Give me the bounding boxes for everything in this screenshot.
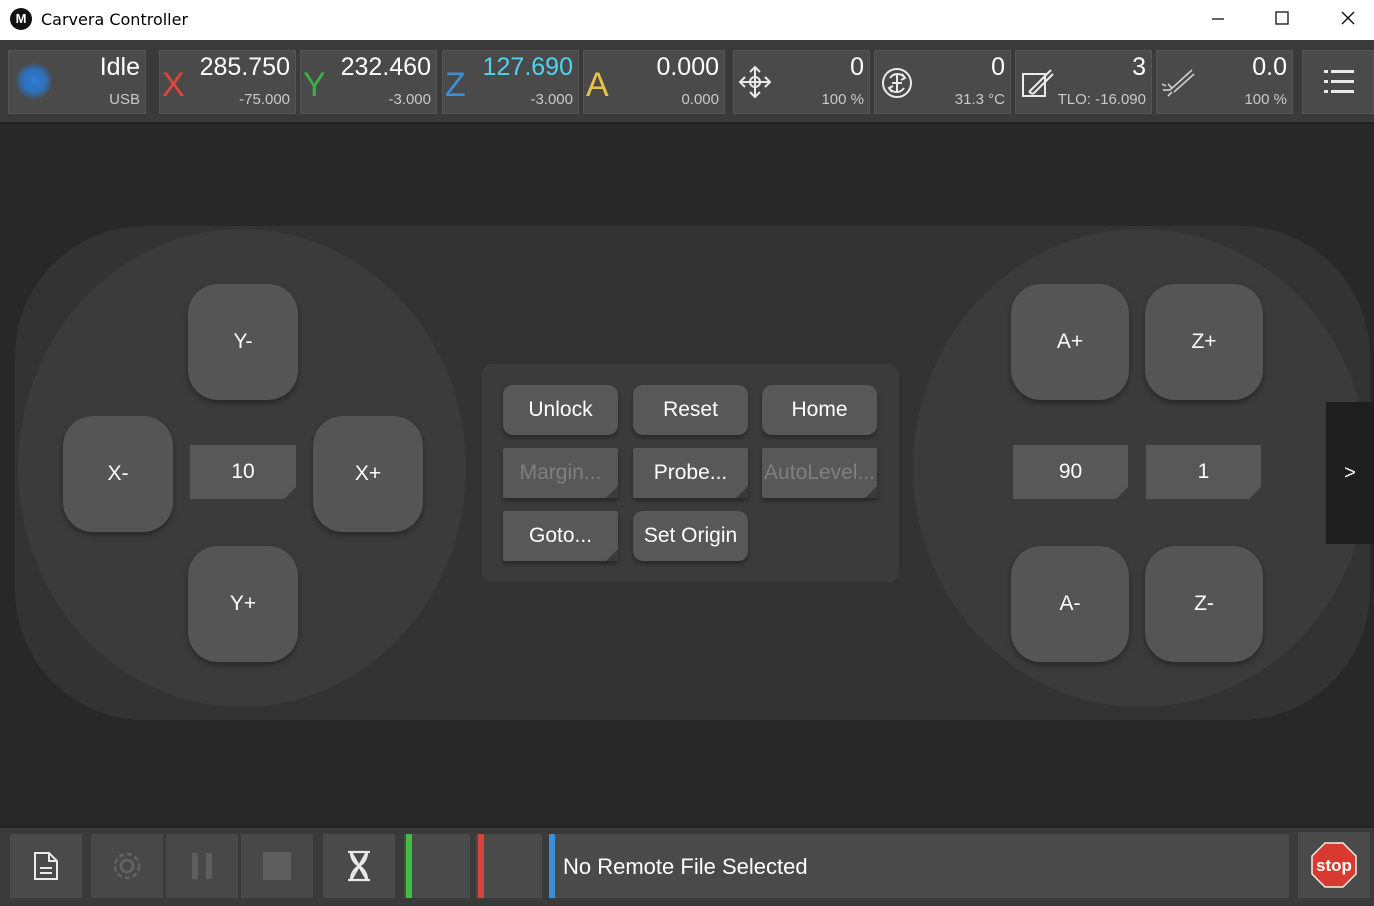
- y-position[interactable]: Y 232.460 -3.000: [300, 50, 437, 114]
- z-position[interactable]: Z 127.690 -3.000: [442, 50, 579, 114]
- z-axis-label: Z: [445, 66, 466, 104]
- feed-override: 100 %: [821, 91, 864, 108]
- app-logo: M: [10, 8, 32, 30]
- a-axis-label: A: [586, 66, 609, 104]
- tool-length-offset: TLO: -16.090: [1057, 91, 1146, 108]
- a-position[interactable]: A 0.000 0.000: [583, 50, 725, 114]
- stop-label: stop: [1316, 856, 1352, 875]
- y-work-value: -3.000: [388, 91, 431, 108]
- blue-bar: [549, 834, 555, 898]
- x-machine-value: 285.750: [199, 53, 290, 81]
- status-bar: Idle USB X 285.750 -75.000 Y 232.460 -3.…: [0, 40, 1374, 124]
- bottom-toolbar: No Remote File Selected stop: [0, 826, 1374, 906]
- az-jog-pad: [913, 229, 1368, 707]
- home-button[interactable]: Home: [762, 385, 877, 435]
- feed-status[interactable]: 0 100 %: [733, 50, 870, 114]
- timer-button[interactable]: [323, 834, 395, 898]
- jog-x-plus-button[interactable]: X+: [313, 416, 423, 532]
- z-machine-value: 127.690: [482, 53, 573, 81]
- file-status-text: No Remote File Selected: [563, 854, 808, 879]
- tool-status[interactable]: 3 TLO: -16.090: [1015, 50, 1152, 114]
- file-icon: [34, 852, 58, 880]
- red-bar: [478, 834, 484, 898]
- jog-x-minus-button[interactable]: X-: [63, 416, 173, 532]
- spindle-value: 0: [991, 53, 1005, 81]
- x-position[interactable]: X 285.750 -75.000: [159, 50, 296, 114]
- status-indicator-icon: [16, 63, 52, 99]
- move-icon: [738, 65, 772, 99]
- stop-icon: stop: [1311, 842, 1357, 888]
- autolevel-button[interactable]: AutoLevel...: [762, 448, 877, 498]
- jog-a-plus-button[interactable]: A+: [1011, 284, 1129, 400]
- settings-button[interactable]: [91, 834, 163, 898]
- laser-override: 100 %: [1244, 91, 1287, 108]
- maximize-button[interactable]: [1252, 0, 1312, 36]
- laser-icon: [1161, 69, 1195, 97]
- x-work-value: -75.000: [239, 91, 290, 108]
- square-stop-icon: [263, 852, 291, 880]
- a-step-input[interactable]: 90: [1013, 445, 1128, 499]
- maximize-icon: [1275, 11, 1289, 25]
- progress-indicator-red: [476, 834, 542, 898]
- z-step-input[interactable]: 1: [1146, 445, 1261, 499]
- machine-state: Idle: [99, 53, 140, 81]
- xy-step-input[interactable]: 10: [190, 445, 296, 499]
- x-axis-label: X: [162, 66, 185, 104]
- a-work-value: 0.000: [681, 91, 719, 108]
- green-bar: [406, 834, 412, 898]
- window-titlebar: M Carvera Controller: [0, 0, 1374, 40]
- laser-status[interactable]: 0.0 100 %: [1156, 50, 1293, 114]
- jog-z-minus-button[interactable]: Z-: [1145, 546, 1263, 662]
- spindle-status[interactable]: 0 31.3 °C: [874, 50, 1011, 114]
- minimize-button[interactable]: [1188, 0, 1248, 36]
- y-machine-value: 232.460: [340, 53, 431, 81]
- progress-indicator-green: [404, 834, 470, 898]
- expand-panel-tab[interactable]: >: [1326, 402, 1374, 544]
- action-panel: Unlock Reset Home Margin... Probe... Aut…: [482, 364, 899, 582]
- unlock-button[interactable]: Unlock: [503, 385, 618, 435]
- set-origin-button[interactable]: Set Origin: [633, 511, 748, 561]
- close-button[interactable]: [1318, 0, 1374, 36]
- connection-type: USB: [109, 91, 140, 108]
- stop-job-button[interactable]: [241, 834, 313, 898]
- menu-icon: [1324, 70, 1354, 93]
- tool-number: 3: [1132, 53, 1146, 81]
- connection-status[interactable]: Idle USB: [8, 50, 146, 114]
- y-axis-label: Y: [303, 66, 326, 104]
- reset-button[interactable]: Reset: [633, 385, 748, 435]
- jog-y-minus-button[interactable]: Y-: [188, 284, 298, 400]
- laser-value: 0.0: [1252, 53, 1287, 81]
- spindle-temperature: 31.3 °C: [954, 91, 1005, 108]
- menu-button[interactable]: [1302, 50, 1374, 114]
- probe-button[interactable]: Probe...: [633, 448, 748, 498]
- gear-icon: [113, 852, 141, 880]
- file-browser-button[interactable]: [10, 834, 82, 898]
- a-machine-value: 0.000: [656, 53, 719, 81]
- jog-a-minus-button[interactable]: A-: [1011, 546, 1129, 662]
- spindle-icon: [882, 68, 912, 98]
- jog-y-plus-button[interactable]: Y+: [188, 546, 298, 662]
- goto-button[interactable]: Goto...: [503, 511, 618, 561]
- close-icon: [1341, 11, 1355, 25]
- feed-value: 0: [850, 53, 864, 81]
- margin-button[interactable]: Margin...: [503, 448, 618, 498]
- window-title: Carvera Controller: [41, 10, 189, 29]
- emergency-stop-button[interactable]: stop: [1298, 832, 1370, 898]
- minimize-icon: [1212, 18, 1224, 20]
- jog-z-plus-button[interactable]: Z+: [1145, 284, 1263, 400]
- pause-icon: [192, 853, 212, 879]
- file-status-panel[interactable]: No Remote File Selected: [549, 834, 1289, 898]
- hourglass-icon: [348, 850, 370, 882]
- pause-button[interactable]: [166, 834, 238, 898]
- z-work-value: -3.000: [530, 91, 573, 108]
- jog-panel: Y- X- 10 X+ Y+ Unlock Reset Home Margin.…: [0, 124, 1374, 826]
- tool-icon: [1022, 69, 1054, 97]
